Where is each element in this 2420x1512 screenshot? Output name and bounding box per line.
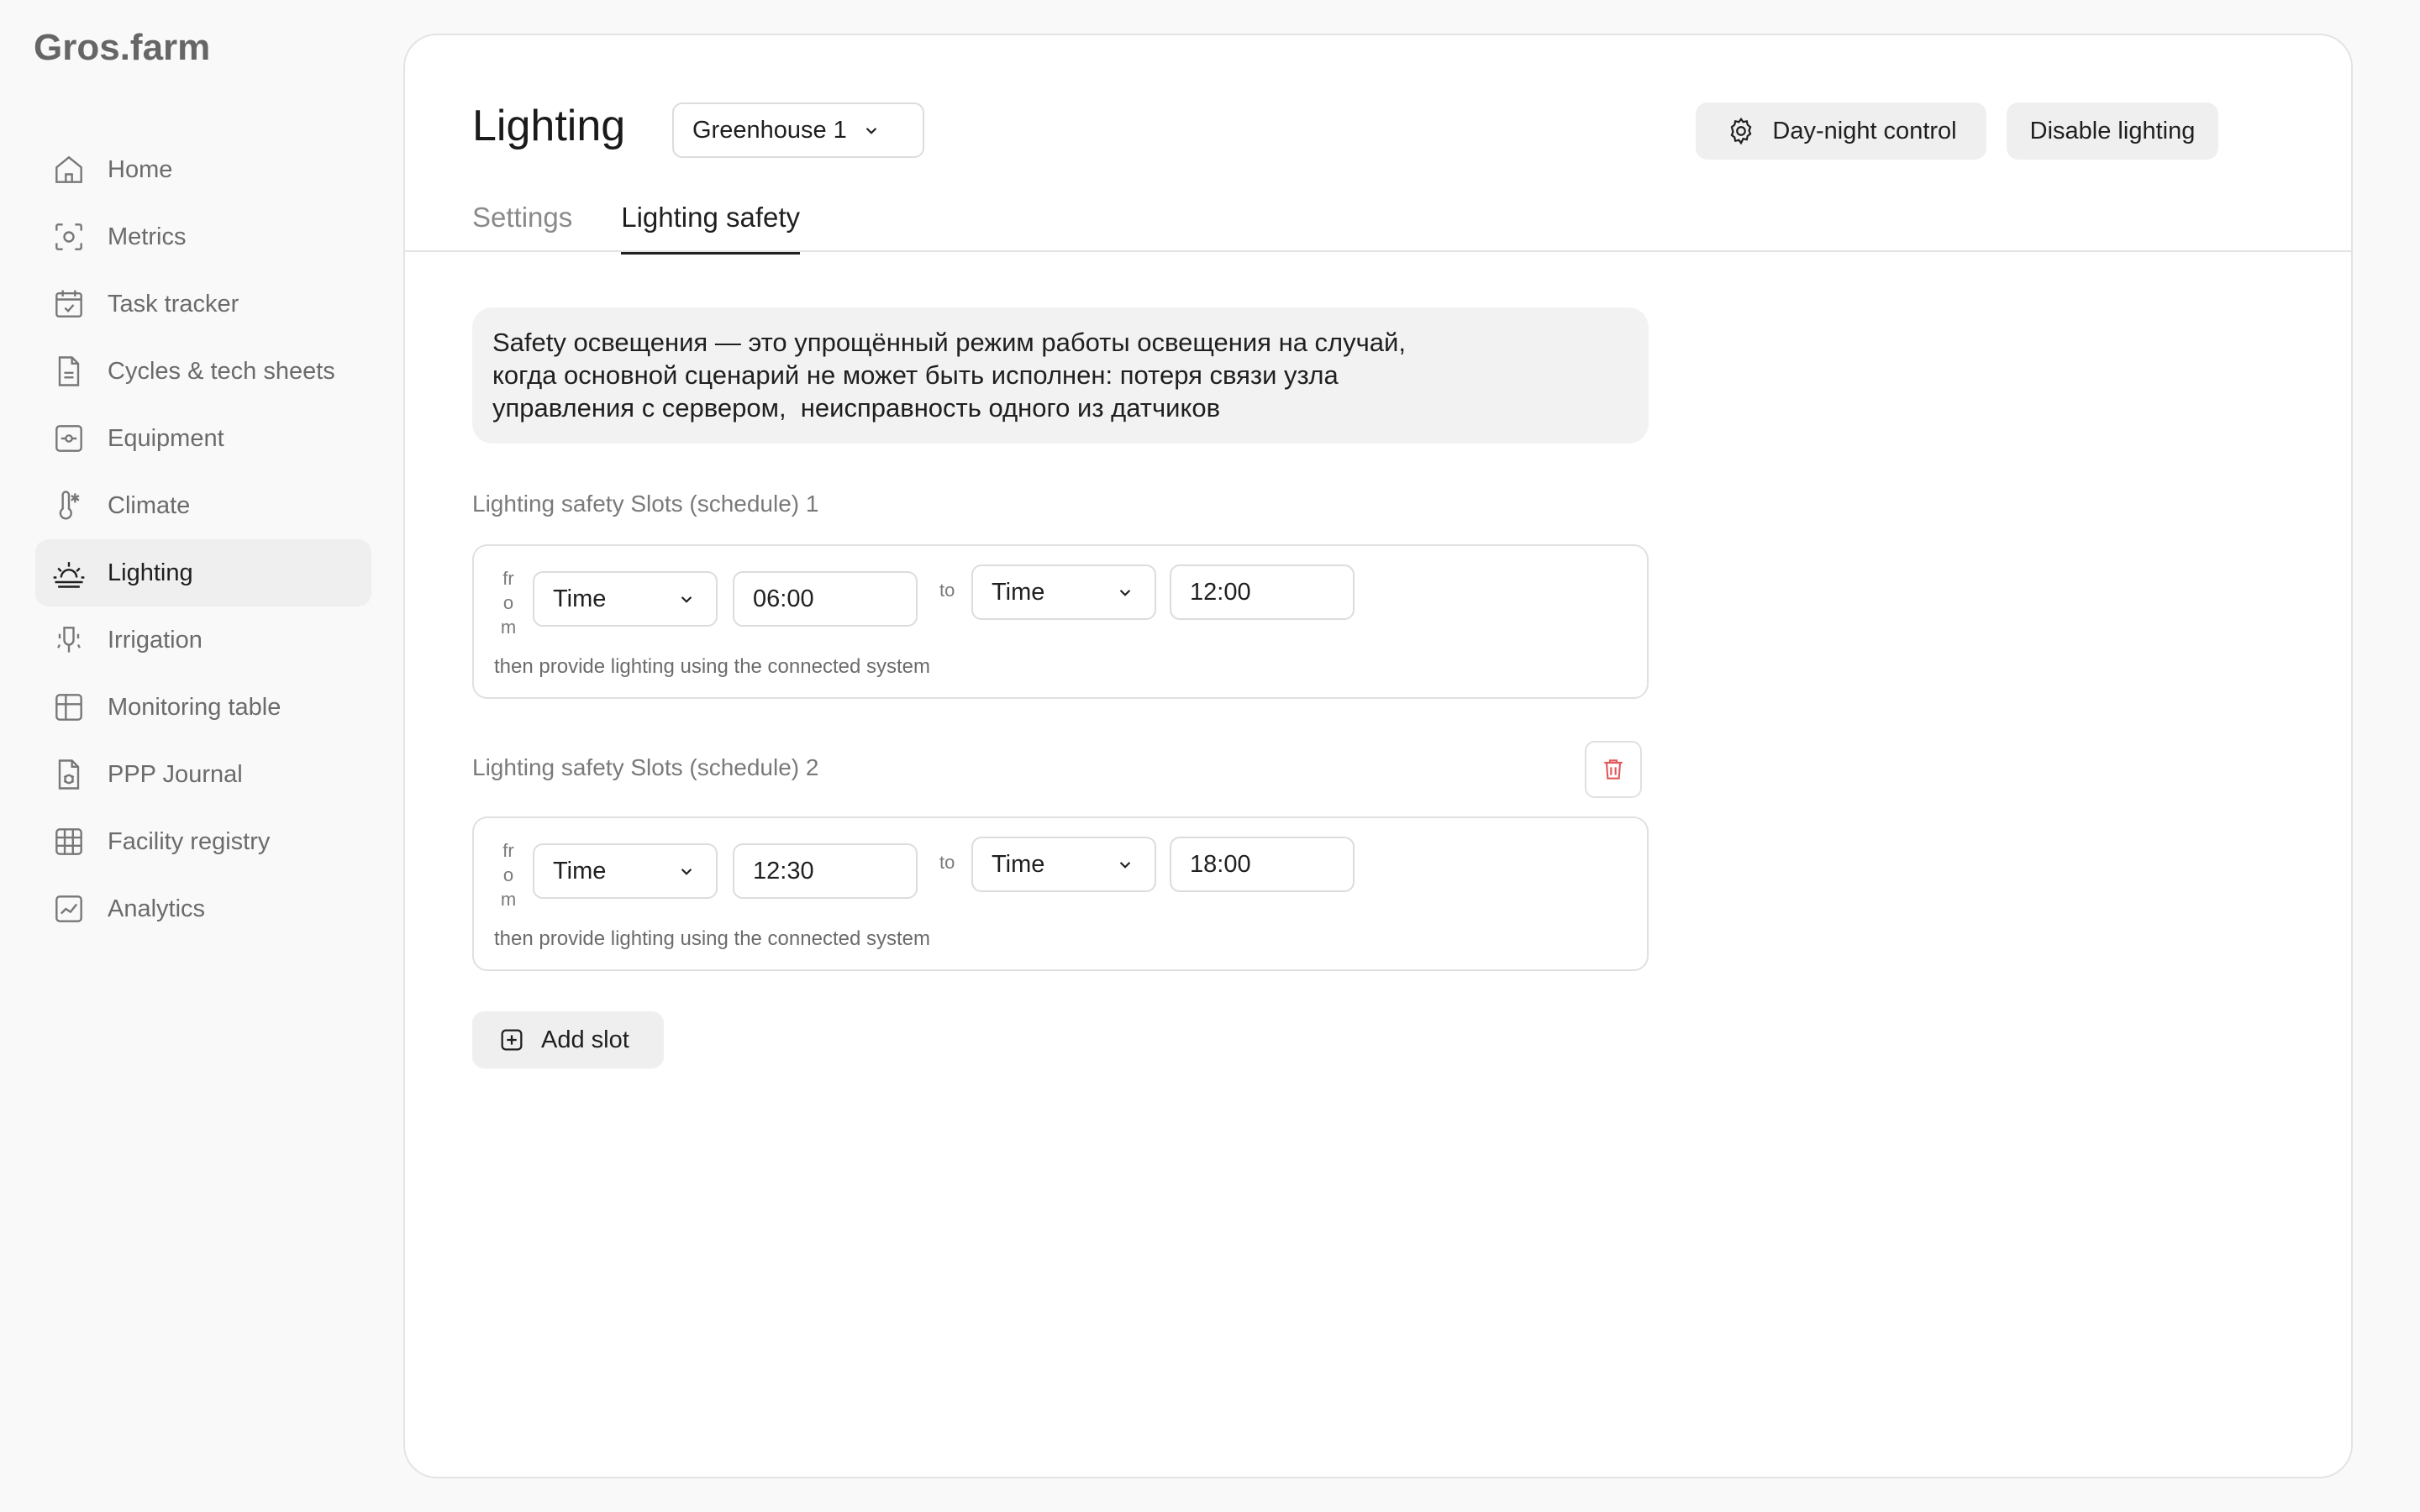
sidebar-item-label: Cycles & tech sheets [108,357,335,385]
home-icon [50,151,87,188]
tab-settings[interactable]: Settings [472,202,572,255]
sidebar-item-label: Metrics [108,223,187,250]
from-label: fr o m [496,566,521,639]
metrics-icon [50,218,87,255]
bug-document-icon [50,756,87,793]
sidebar-item-label: PPP Journal [108,760,243,788]
grid-icon [50,823,87,860]
day-night-control-button[interactable]: Day-night control [1696,102,1986,160]
sidebar-item-task-tracker[interactable]: Task tracker [35,270,371,338]
plus-square-icon [497,1026,526,1054]
sidebar-item-label: Analytics [108,895,206,922]
to-type-value: Time [992,850,1045,878]
day-night-control-label: Day-night control [1772,117,1957,144]
sidebar-item-label: Monitoring table [108,693,281,721]
sidebar-item-monitoring-table[interactable]: Monitoring table [35,674,371,741]
slot-note: then provide lighting using the connecte… [494,655,930,678]
tab-lighting-safety[interactable]: Lighting safety [621,202,801,255]
sidebar: Gros.farm Home Metrics Task tracker Cycl… [0,0,403,1512]
chevron-down-icon [676,588,697,610]
sidebar-nav: Home Metrics Task tracker Cycles & tech … [35,136,371,942]
sidebar-item-facility-registry[interactable]: Facility registry [35,808,371,875]
to-time-input[interactable] [1170,564,1355,620]
to-type-value: Time [992,578,1045,606]
chevron-down-icon [1114,581,1136,603]
logo: Gros.farm [34,27,211,68]
chevron-down-icon [676,860,697,882]
sidebar-item-cycles[interactable]: Cycles & tech sheets [35,338,371,405]
from-letter: o [502,864,514,885]
add-slot-label: Add slot [541,1026,629,1053]
greenhouse-select[interactable]: Greenhouse 1 [672,102,924,158]
sidebar-item-equipment[interactable]: Equipment [35,405,371,472]
sidebar-item-irrigation[interactable]: Irrigation [35,606,371,674]
page-title: Lighting [472,102,626,150]
tabs-divider [405,250,2351,252]
to-label: to [939,852,955,873]
from-type-select[interactable]: Time [533,571,718,627]
sidebar-item-analytics[interactable]: Analytics [35,875,371,942]
from-type-value: Time [553,585,607,612]
from-label: fr o m [496,838,521,911]
tabs: Settings Lighting safety [472,202,849,255]
greenhouse-select-value: Greenhouse 1 [692,116,847,144]
to-label: to [939,580,955,601]
slot-card-2: fr o m Time to Time then provide lightin… [472,816,1649,971]
from-time-input[interactable] [733,571,918,627]
from-time-input[interactable] [733,843,918,899]
irrigation-icon [50,622,87,659]
info-line: когда основной сценарий не может быть ис… [492,360,1339,390]
disable-lighting-button[interactable]: Disable lighting [2007,102,2218,160]
from-letter: m [500,617,517,638]
gear-icon [1725,115,1757,147]
from-letter: fr [502,568,514,589]
add-slot-button[interactable]: Add slot [472,1011,664,1068]
chart-icon [50,890,87,927]
to-type-select[interactable]: Time [971,837,1156,892]
sunrise-icon [50,554,87,591]
sidebar-item-climate[interactable]: Climate [35,472,371,539]
thermometer-icon [50,487,87,524]
slot-title: Lighting safety Slots (schedule) 1 [472,491,819,517]
from-type-select[interactable]: Time [533,843,718,899]
slot-note: then provide lighting using the connecte… [494,927,930,950]
calendar-check-icon [50,286,87,323]
equipment-icon [50,420,87,457]
sidebar-item-lighting[interactable]: Lighting [35,539,371,606]
from-type-value: Time [553,857,607,885]
document-icon [50,353,87,390]
chevron-down-icon [860,119,882,141]
app-window: Gros.farm Home Metrics Task tracker Cycl… [0,0,2420,1512]
sidebar-item-label: Task tracker [108,290,239,318]
chevron-down-icon [1114,853,1136,875]
from-letter: o [502,592,514,613]
sidebar-item-home[interactable]: Home [35,136,371,203]
from-letter: m [500,889,517,910]
sidebar-item-metrics[interactable]: Metrics [35,203,371,270]
sidebar-item-label: Irrigation [108,626,203,654]
from-letter: fr [502,840,514,861]
delete-slot-button[interactable] [1585,741,1642,798]
to-time-input[interactable] [1170,837,1355,892]
to-type-select[interactable]: Time [971,564,1156,620]
sidebar-item-label: Equipment [108,424,224,452]
sidebar-item-label: Lighting [108,559,193,586]
sidebar-item-ppp-journal[interactable]: PPP Journal [35,741,371,808]
trash-icon [1604,759,1623,780]
info-box: Safety освещения — это упрощённый режим … [472,307,1649,444]
main-panel: Lighting Greenhouse 1 Day-night control … [403,34,2353,1478]
info-line: управления с сервером, неисправность одн… [492,393,1221,423]
slot-card-1: fr o m Time to Time then provide lightin… [472,544,1649,699]
sidebar-item-label: Facility registry [108,827,271,855]
table-icon [50,689,87,726]
sidebar-item-label: Climate [108,491,191,519]
info-line: Safety освещения — это упрощённый режим … [492,328,1406,357]
slot-title: Lighting safety Slots (schedule) 2 [472,754,819,780]
sidebar-item-label: Home [108,155,173,183]
